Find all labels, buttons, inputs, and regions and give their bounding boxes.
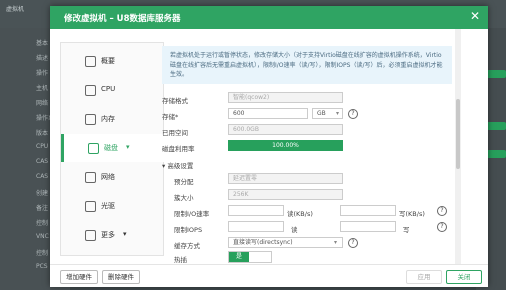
- nav-item-label: 网络: [101, 173, 115, 181]
- background-label: 备注: [36, 205, 49, 212]
- edit-vm-dialog: 修改虚拟机 – U8数据库服务器 ✕ 概要 CPU 内存磁盘 ▾ 网络光驱更多 ▾ 若虚拟…: [50, 6, 488, 287]
- close-icon[interactable]: ✕: [470, 10, 480, 22]
- nav-item-label: 概要: [101, 57, 115, 65]
- nav-item[interactable]: 磁盘 ▾: [61, 134, 166, 162]
- dialog-body: 概要 CPU 内存磁盘 ▾ 网络光驱更多 ▾ 若虚拟机处于运行或暂停状态，修改存储大小（对…: [50, 29, 488, 264]
- size-label: 存储*: [162, 113, 179, 121]
- nav-item[interactable]: CPU: [61, 76, 163, 104]
- io-write-input[interactable]: [340, 205, 396, 216]
- nav-item-label: 内存: [101, 115, 115, 123]
- close-button[interactable]: 关闭: [446, 270, 482, 284]
- background-label: 版本: [36, 130, 49, 137]
- nav-item[interactable]: 网络: [61, 163, 163, 191]
- iops-write-input[interactable]: [340, 221, 396, 232]
- prealloc-select: 延迟置零: [228, 173, 343, 184]
- memory-icon: [85, 114, 96, 125]
- cpu-icon: [85, 85, 96, 96]
- cluster-select: 256K: [228, 189, 343, 200]
- iops-read-unit: 读: [291, 226, 298, 234]
- background-label: VNC: [36, 233, 49, 240]
- advanced-toggle[interactable]: ▾ 高级设置: [162, 160, 193, 170]
- cache-label: 缓存方式: [174, 242, 200, 250]
- help-icon[interactable]: ?: [437, 222, 447, 232]
- iops-write-unit: 写: [403, 226, 410, 234]
- background-label: CPU: [36, 143, 49, 150]
- add-hardware-button[interactable]: 增加硬件: [60, 270, 98, 284]
- size-unit-select[interactable]: GB ▾: [312, 108, 343, 119]
- cache-select[interactable]: 直接读写(directsync) ▾: [228, 237, 343, 248]
- background-label: 基本: [36, 40, 49, 47]
- io-read-input[interactable]: [228, 205, 284, 216]
- util-label: 磁盘利用率: [162, 145, 195, 153]
- hotplug-label: 热插: [174, 256, 187, 264]
- dialog-footer: 增加硬件 删除硬件 应用 关闭: [50, 264, 488, 287]
- nav-item-label: 磁盘: [104, 144, 118, 152]
- background-label: 控制: [36, 250, 49, 257]
- hotplug-toggle[interactable]: 是: [228, 251, 272, 263]
- used-value: 600.0GB: [228, 124, 343, 135]
- network-icon: [85, 172, 96, 183]
- summary-icon: [85, 56, 96, 67]
- help-icon[interactable]: ?: [348, 109, 358, 119]
- nav-item-label: CPU: [101, 85, 116, 93]
- nav-item[interactable]: 概要: [61, 47, 163, 75]
- nav-item[interactable]: 更多 ▾: [61, 221, 163, 249]
- caret-down-icon: ▾: [123, 230, 127, 238]
- help-icon[interactable]: ?: [437, 206, 447, 216]
- io-read-unit: 读(KB/s): [287, 210, 313, 218]
- info-notice: 若虚拟机处于运行或暂停状态，修改存储大小（对于支持Virtio磁盘在线扩容的虚拟…: [162, 46, 452, 84]
- settings-nav: 概要 CPU 内存磁盘 ▾ 网络光驱更多 ▾: [60, 42, 166, 256]
- nav-item-label: 更多: [101, 231, 115, 239]
- dialog-title: 修改虚拟机 – U8数据库服务器: [64, 14, 181, 24]
- nav-item[interactable]: 光驱: [61, 192, 163, 220]
- more-icon: [85, 230, 96, 241]
- prealloc-label: 预分配: [174, 178, 194, 186]
- background-label: 控制: [36, 220, 49, 227]
- background-label: 主机: [36, 85, 49, 92]
- background-label: CAS: [36, 158, 49, 165]
- apply-button[interactable]: 应用: [406, 270, 442, 284]
- iops-read-input[interactable]: [228, 221, 284, 232]
- nav-item-label: 光驱: [101, 202, 115, 210]
- dialog-header: 修改虚拟机 – U8数据库服务器 ✕: [50, 6, 488, 29]
- background-label: PCS: [36, 263, 48, 270]
- background-label: 操作: [36, 70, 49, 77]
- util-progress-bar: 100.00%: [228, 140, 343, 151]
- app-tab-label[interactable]: 虚拟机: [6, 4, 24, 13]
- util-progress-fill: 100.00%: [228, 140, 343, 151]
- background-label: 创建: [36, 190, 49, 197]
- format-select: 智能(qcow2): [228, 92, 343, 103]
- help-icon[interactable]: ?: [348, 238, 358, 248]
- iops-label: 限制IOPS: [174, 226, 203, 234]
- caret-down-icon: ▾: [162, 162, 166, 170]
- nav-item[interactable]: 内存: [61, 105, 163, 133]
- background-label: 描述: [36, 55, 49, 62]
- size-input[interactable]: 600: [228, 108, 308, 119]
- format-label: 存储格式: [162, 97, 188, 105]
- io-label: 限制I/O速率: [174, 210, 210, 218]
- cdrom-icon: [85, 201, 96, 212]
- cluster-label: 簇大小: [174, 194, 194, 202]
- remove-hardware-button[interactable]: 删除硬件: [102, 270, 140, 284]
- disk-icon: [88, 143, 99, 154]
- used-label: 已用空间: [162, 129, 188, 137]
- io-write-unit: 写(KB/s): [399, 210, 425, 218]
- caret-down-icon: ▾: [126, 143, 130, 151]
- background-label: 网络: [36, 100, 49, 107]
- background-label: CAS: [36, 173, 49, 180]
- content-scrollbar[interactable]: [455, 29, 461, 264]
